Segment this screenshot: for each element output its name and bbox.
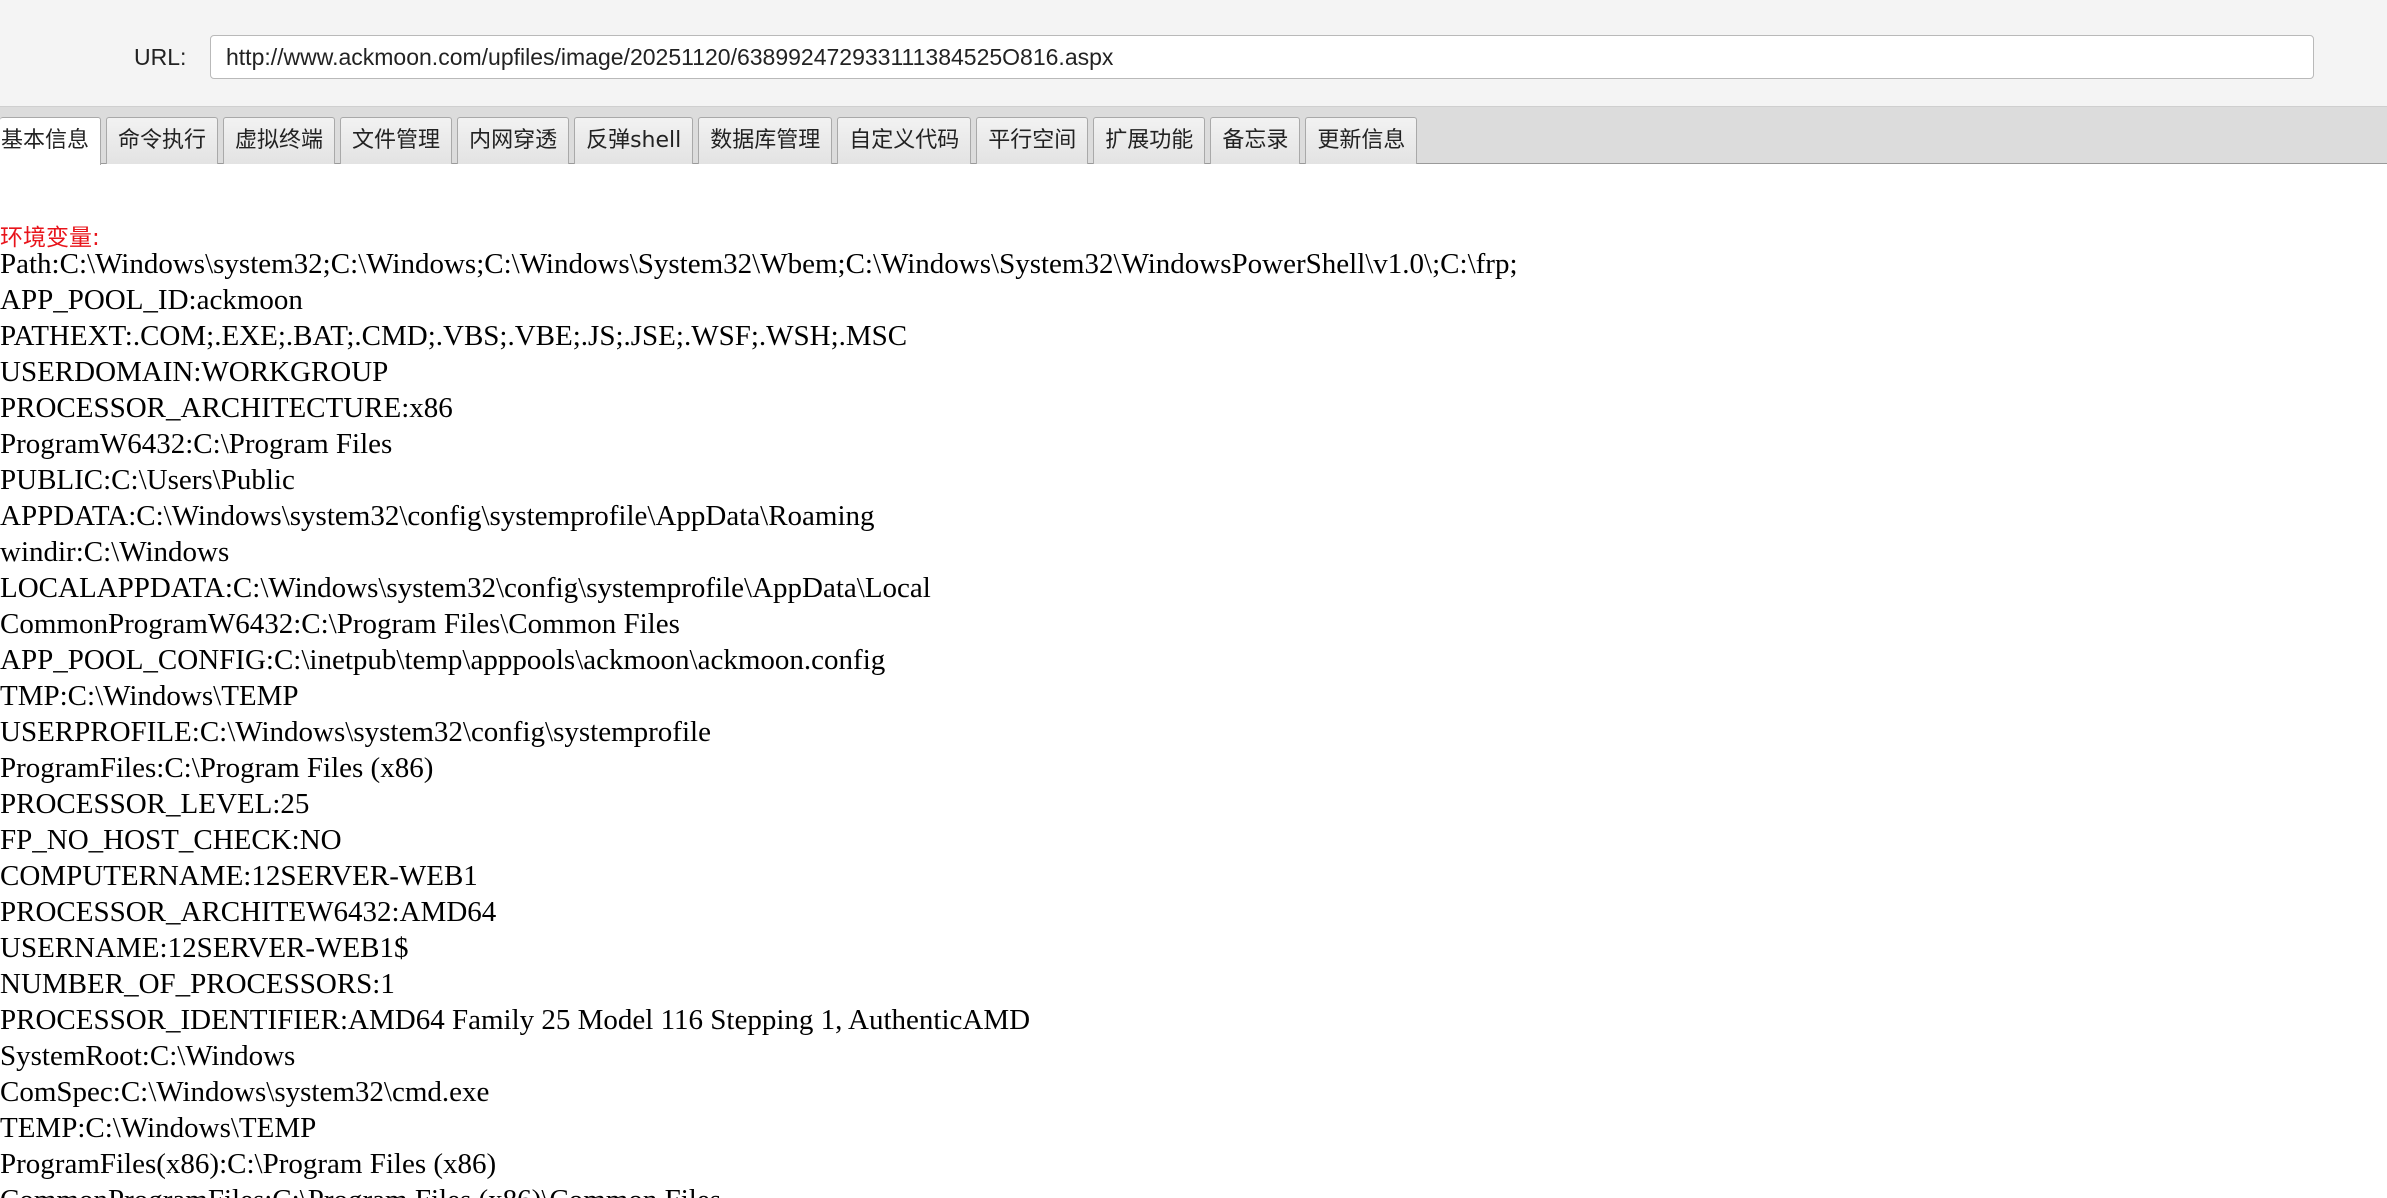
env-var-line: FP_NO_HOST_CHECK:NO xyxy=(0,824,342,856)
tab-1[interactable]: 命令执行 xyxy=(106,117,219,164)
env-var-line: PROCESSOR_IDENTIFIER:AMD64 Family 25 Mod… xyxy=(0,1004,1031,1036)
env-var-line: PROCESSOR_ARCHITEW6432:AMD64 xyxy=(0,896,497,928)
tab-10[interactable]: 备忘录 xyxy=(1210,117,1301,164)
tab-6[interactable]: 数据库管理 xyxy=(698,117,833,164)
tab-9[interactable]: 扩展功能 xyxy=(1093,117,1206,164)
tab-11[interactable]: 更新信息 xyxy=(1305,117,1418,164)
tab-8[interactable]: 平行空间 xyxy=(976,117,1089,164)
env-var-line: ProgramFiles(x86):C:\Program Files (x86) xyxy=(0,1148,497,1180)
env-var-line: USERNAME:12SERVER-WEB1$ xyxy=(0,932,409,964)
env-var-line: Path:C:\Windows\system32;C:\Windows;C:\W… xyxy=(0,248,1518,280)
url-input[interactable] xyxy=(210,35,2314,79)
env-var-line: APPDATA:C:\Windows\system32\config\syste… xyxy=(0,500,875,532)
env-var-line: APP_POOL_CONFIG:C:\inetpub\temp\apppools… xyxy=(0,644,886,676)
env-var-line: PUBLIC:C:\Users\Public xyxy=(0,464,295,496)
env-var-line: TEMP:C:\Windows\TEMP xyxy=(0,1112,317,1144)
tab-2[interactable]: 虚拟终端 xyxy=(223,117,336,164)
env-var-line: USERDOMAIN:WORKGROUP xyxy=(0,356,389,388)
basic-info-panel: 环境变量: Path:C:\Windows\system32;C:\Window… xyxy=(0,164,2387,1198)
url-bar: URL: xyxy=(0,0,2387,106)
env-var-line: LOCALAPPDATA:C:\Windows\system32\config\… xyxy=(0,572,931,604)
url-label: URL: xyxy=(134,44,187,70)
tab-list: 基本信息 命令执行 虚拟终端 文件管理 内网穿透 反弹shell 数据库管理 自定义代码 平行空… xyxy=(0,117,1418,165)
tab-strip: 基本信息 命令执行 虚拟终端 文件管理 内网穿透 反弹shell 数据库管理 自定义代码 平行空… xyxy=(0,106,2387,165)
env-var-line: ProgramFiles:C:\Program Files (x86) xyxy=(0,752,434,784)
tab-0[interactable]: 基本信息 xyxy=(0,117,102,165)
tab-3[interactable]: 文件管理 xyxy=(340,117,453,164)
env-var-line: CommonProgramW6432:C:\Program Files\Comm… xyxy=(0,608,680,640)
env-var-line: TMP:C:\Windows\TEMP xyxy=(0,680,299,712)
env-var-line: PATHEXT:.COM;.EXE;.BAT;.CMD;.VBS;.VBE;.J… xyxy=(0,320,908,352)
env-var-line: PROCESSOR_LEVEL:25 xyxy=(0,788,310,820)
env-var-line: USERPROFILE:C:\Windows\system32\config\s… xyxy=(0,716,711,748)
env-var-line: windir:C:\Windows xyxy=(0,536,230,568)
env-var-line: CommonProgramFiles:C:\Program Files (x86… xyxy=(0,1182,1518,1198)
env-var-line: PROCESSOR_ARCHITECTURE:x86 xyxy=(0,392,453,424)
env-var-line: COMPUTERNAME:12SERVER-WEB1 xyxy=(0,860,478,892)
tab-7[interactable]: 自定义代码 xyxy=(837,117,972,164)
env-var-line: ProgramW6432:C:\Program Files xyxy=(0,428,393,460)
env-var-line: ComSpec:C:\Windows\system32\cmd.exe xyxy=(0,1076,490,1108)
env-var-line: SystemRoot:C:\Windows xyxy=(0,1040,296,1072)
tab-5[interactable]: 反弹shell xyxy=(574,117,694,164)
env-var-line: NUMBER_OF_PROCESSORS:1 xyxy=(0,968,395,1000)
tab-4[interactable]: 内网穿透 xyxy=(457,117,570,164)
env-var-line: APP_POOL_ID:ackmoon xyxy=(0,284,303,316)
env-vars-list: Path:C:\Windows\system32;C:\Windows;C:\W… xyxy=(0,246,1518,1198)
